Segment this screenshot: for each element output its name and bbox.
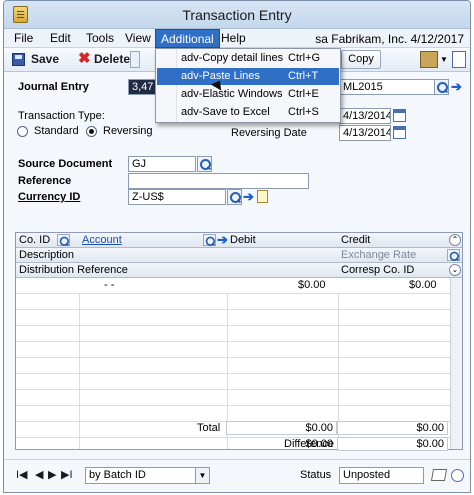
delete-button[interactable]: Delete [94,52,130,66]
table-row[interactable] [16,358,452,374]
next-record-button[interactable]: ▶ [48,468,56,481]
note-icon[interactable] [257,190,268,203]
menu-item-elastic-windows[interactable]: adv-Elastic Windows Ctrl+E [157,86,339,103]
total-debit: $0.00 [226,421,337,435]
source-document-label: Source Document [18,158,113,170]
sort-by-value: by Batch ID [89,469,146,481]
batch-expand-arrow-icon[interactable]: ➔ [451,80,463,94]
batch-lookup-icon[interactable] [434,79,449,95]
sort-by-select[interactable]: by Batch ID ▼ [85,467,210,484]
status-bar: I◀ ◀ ▶ ▶I by Batch ID ▼ Status Unposted [4,459,470,492]
transaction-entry-window: Transaction Entry File Edit Tools View A… [3,0,471,493]
reversing-calendar-icon[interactable] [393,126,406,139]
distribution-grid: Co. ID Account ➔ Debit Credit ⌃ Descript… [15,232,463,450]
previous-record-button[interactable]: ◀ [35,468,43,481]
total-credit: $0.00 [337,421,448,435]
col-description: Description [19,249,75,261]
co-id-lookup-icon[interactable] [57,234,70,246]
table-row[interactable] [16,294,452,310]
help-icon[interactable] [452,51,466,68]
currency-id-field[interactable]: Z-US$ [128,189,226,205]
table-row[interactable] [16,326,452,342]
col-debit: Debit [230,234,256,246]
save-button[interactable]: Save [31,52,59,66]
row-credit[interactable]: $0.00 [409,279,437,291]
status-label: Status [300,469,332,481]
table-row[interactable] [16,406,452,422]
chevron-down-icon[interactable]: ▼ [195,468,209,483]
save-icon[interactable] [12,53,25,66]
company-date: sa Fabrikam, Inc. 4/12/2017 [315,32,464,46]
calendar-icon[interactable] [393,109,406,122]
account-expand-arrow-icon[interactable]: ➔ [217,233,229,247]
menu-file[interactable]: File [10,31,37,45]
reversing-date-label: Reversing Date [231,127,307,139]
menu-help[interactable]: Help [217,31,250,45]
reversing-date-field[interactable]: 4/13/2014 [339,125,391,141]
reference-field[interactable] [128,173,309,189]
col-account[interactable]: Account [82,234,122,246]
table-row[interactable] [16,342,452,358]
transaction-date-field[interactable]: 4/13/2014 [339,108,391,124]
menu-item-save-to-excel[interactable]: adv-Save to Excel Ctrl+S [157,104,339,121]
expand-rows-icon[interactable]: ⌃ [449,234,461,246]
standard-label: Standard [34,125,79,137]
menu-edit[interactable]: Edit [46,31,75,45]
journal-entry-label: Journal Entry [18,81,89,93]
table-row[interactable] [16,390,452,406]
difference-credit: $0.00 [337,437,448,451]
col-distribution-reference: Distribution Reference [19,264,128,276]
window-title: Transaction Entry [182,7,292,23]
source-document-lookup-icon[interactable] [197,156,212,172]
tools-icon[interactable] [420,51,438,68]
account-lookup-icon[interactable] [203,234,216,246]
currency-id-label[interactable]: Currency ID [18,191,80,203]
help-icon[interactable] [451,469,464,482]
standard-radio[interactable] [17,126,28,137]
source-document-field[interactable]: GJ [128,156,196,172]
table-row[interactable] [16,310,452,326]
exchange-rate-lookup-icon[interactable] [447,249,460,261]
currency-lookup-icon[interactable] [227,189,242,205]
additional-menu-dropdown: adv-Copy detail lines Ctrl+G adv-Paste L… [155,48,341,123]
status-field: Unposted [339,467,424,484]
reference-label: Reference [18,175,72,187]
menu-view[interactable]: View [121,31,155,45]
currency-expand-arrow-icon[interactable]: ➔ [243,190,255,204]
copy-button[interactable]: Copy [341,50,381,69]
reversing-radio[interactable] [86,126,97,137]
menu-item-paste-lines[interactable]: adv-Paste Lines Ctrl+T [157,68,339,85]
grid-scrollbar[interactable] [450,278,462,449]
col-co-id: Co. ID [19,234,51,246]
delete-icon[interactable]: ✖ [78,51,91,67]
collapse-rows-icon[interactable]: ⌄ [449,264,461,276]
menu-item-copy-detail-lines[interactable]: adv-Copy detail lines Ctrl+G [157,50,339,67]
table-row[interactable] [16,374,452,390]
toolbar-separator [130,51,140,68]
menu-tools[interactable]: Tools [82,31,118,45]
col-exchange-rate: Exchange Rate [341,249,417,261]
grid-header-row-2: Description Exchange Rate [16,248,462,263]
title-bar: Transaction Entry [4,1,470,29]
first-record-button[interactable]: I◀ [16,468,28,481]
col-corresp-co-id: Corresp Co. ID [341,264,415,276]
last-record-button[interactable]: ▶I [61,468,73,481]
batch-id-field[interactable]: ML2015 [339,79,435,95]
row-account[interactable]: - - [104,279,114,291]
table-row[interactable]: - - $0.00 $0.00 [16,278,452,294]
grid-header-row-1: Co. ID Account ➔ Debit Credit ⌃ [16,233,462,248]
chevron-down-icon[interactable]: ▼ [440,51,448,68]
menu-additional[interactable]: Additional [155,29,220,48]
eraser-icon[interactable] [430,469,448,481]
row-debit[interactable]: $0.00 [298,279,326,291]
reversing-label: Reversing [103,125,153,137]
total-label: Total [197,422,221,434]
col-credit: Credit [341,234,371,246]
difference-debit: $0.00 [305,438,333,450]
grid-header-row-3: Distribution Reference Corresp Co. ID ⌄ [16,263,462,278]
menu-bar: File Edit Tools View Additional Help sa … [4,29,470,48]
transaction-type-label: Transaction Type: [18,110,105,122]
journal-entry-field[interactable]: 3,47 [128,79,156,95]
